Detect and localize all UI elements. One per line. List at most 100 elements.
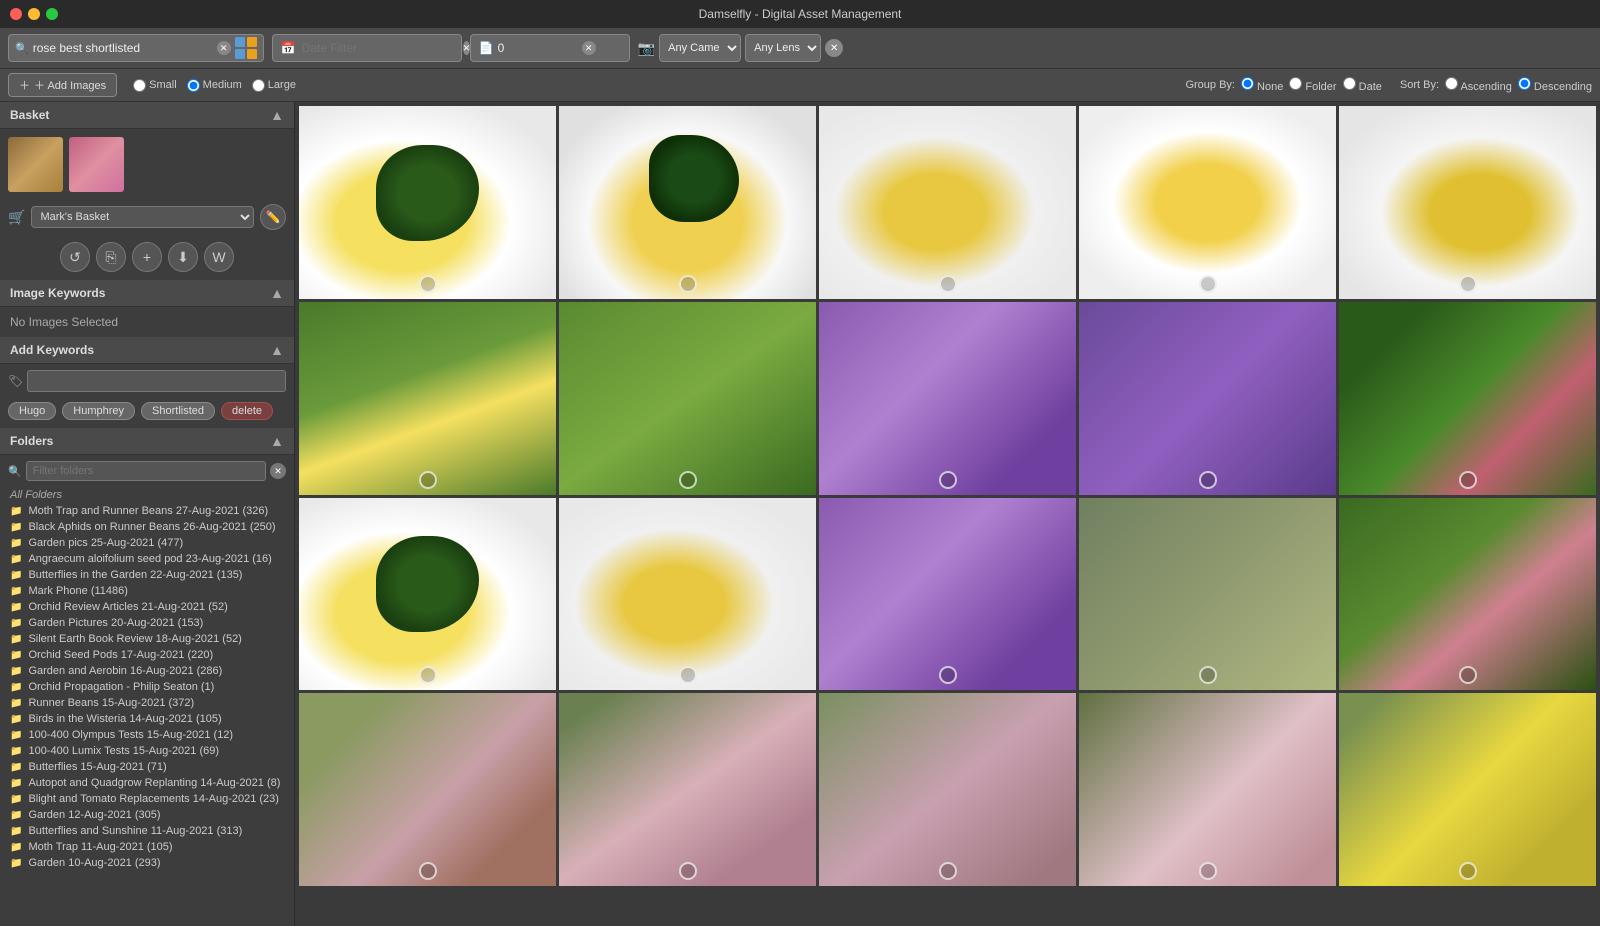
folder-item-3[interactable]: 📁Angraecum aloifolium seed pod 23-Aug-20…: [0, 551, 294, 567]
folder-item-7[interactable]: 📁Garden Pictures 20-Aug-2021 (153): [0, 615, 294, 631]
grid-item-4[interactable]: [1339, 106, 1596, 299]
grid-select-circle-5[interactable]: [419, 471, 437, 489]
grid-item-17[interactable]: [819, 693, 1076, 886]
grid-select-circle-7[interactable]: [939, 471, 957, 489]
folder-item-4[interactable]: 📁Butterflies in the Garden 22-Aug-2021 (…: [0, 567, 294, 583]
keyword-pill-hugo[interactable]: Hugo: [8, 402, 56, 420]
grid-item-10[interactable]: [299, 498, 556, 691]
basket-add-button[interactable]: +: [132, 242, 162, 272]
folders-collapse[interactable]: ▲: [270, 433, 284, 449]
size-medium-label[interactable]: Medium: [187, 79, 242, 92]
grid-select-circle-12[interactable]: [939, 666, 957, 684]
basket-thumb-2[interactable]: [69, 137, 124, 192]
folder-item-6[interactable]: 📁Orchid Review Articles 21-Aug-2021 (52): [0, 599, 294, 615]
sort-desc-label[interactable]: Descending: [1518, 77, 1592, 93]
folder-item-22[interactable]: 📁Garden 10-Aug-2021 (293): [0, 855, 294, 871]
grid-item-9[interactable]: [1339, 302, 1596, 495]
maximize-button[interactable]: [46, 8, 58, 20]
sort-asc-radio[interactable]: [1445, 77, 1458, 90]
folder-item-2[interactable]: 📁Garden pics 25-Aug-2021 (477): [0, 535, 294, 551]
grid-select-circle-1[interactable]: [679, 275, 697, 293]
size-small-label[interactable]: Small: [133, 79, 177, 92]
grid-select-circle-13[interactable]: [1199, 666, 1217, 684]
keyword-input[interactable]: [27, 370, 286, 392]
grid-select-circle-16[interactable]: [679, 862, 697, 880]
minimize-button[interactable]: [28, 8, 40, 20]
basket-select[interactable]: Mark's Basket: [31, 206, 254, 228]
grid-item-0[interactable]: [299, 106, 556, 299]
group-none-label[interactable]: None: [1241, 77, 1283, 93]
folder-item-13[interactable]: 📁Birds in the Wisteria 14-Aug-2021 (105): [0, 711, 294, 727]
basket-thumb-1[interactable]: [8, 137, 63, 192]
size-small-radio[interactable]: [133, 79, 146, 92]
grid-select-circle-14[interactable]: [1459, 666, 1477, 684]
folder-item-all[interactable]: All Folders: [0, 487, 294, 503]
folder-item-5[interactable]: 📁Mark Phone (11486): [0, 583, 294, 599]
grid-select-circle-11[interactable]: [679, 666, 697, 684]
basket-copy-button[interactable]: ⎘: [96, 242, 126, 272]
grid-item-19[interactable]: [1339, 693, 1596, 886]
group-date-label[interactable]: Date: [1343, 77, 1382, 93]
grid-item-6[interactable]: [559, 302, 816, 495]
folder-clear-button[interactable]: ✕: [270, 463, 286, 479]
folder-item-21[interactable]: 📁Moth Trap 11-Aug-2021 (105): [0, 839, 294, 855]
folder-item-9[interactable]: 📁Orchid Seed Pods 17-Aug-2021 (220): [0, 647, 294, 663]
basket-edit-button[interactable]: ✏️: [260, 204, 286, 230]
folder-item-17[interactable]: 📁Autopot and Quadgrow Replanting 14-Aug-…: [0, 775, 294, 791]
number-filter-input[interactable]: [498, 41, 578, 55]
grid-select-circle-6[interactable]: [679, 471, 697, 489]
folder-item-18[interactable]: 📁Blight and Tomato Replacements 14-Aug-2…: [0, 791, 294, 807]
grid-item-5[interactable]: [299, 302, 556, 495]
search-input[interactable]: [33, 41, 213, 55]
image-grid-container[interactable]: [295, 102, 1600, 926]
grid-select-circle-18[interactable]: [1199, 862, 1217, 880]
folder-item-12[interactable]: 📁Runner Beans 15-Aug-2021 (372): [0, 695, 294, 711]
grid-select-circle-3[interactable]: [1199, 275, 1217, 293]
add-images-button[interactable]: ＋ ＋ Add Images: [8, 73, 117, 97]
folder-item-16[interactable]: 📁Butterflies 15-Aug-2021 (71): [0, 759, 294, 775]
folder-item-0[interactable]: 📁Moth Trap and Runner Beans 27-Aug-2021 …: [0, 503, 294, 519]
lens-select[interactable]: Any Lens: [745, 34, 821, 62]
basket-download-button[interactable]: ⬇: [168, 242, 198, 272]
folder-item-8[interactable]: 📁Silent Earth Book Review 18-Aug-2021 (5…: [0, 631, 294, 647]
grid-item-7[interactable]: [819, 302, 1076, 495]
keyword-pill-humphrey[interactable]: Humphrey: [62, 402, 135, 420]
group-date-radio[interactable]: [1343, 77, 1356, 90]
folder-item-11[interactable]: 📁Orchid Propagation - Philip Seaton (1): [0, 679, 294, 695]
size-medium-radio[interactable]: [187, 79, 200, 92]
grid-select-circle-10[interactable]: [419, 666, 437, 684]
grid-select-circle-0[interactable]: [419, 275, 437, 293]
image-keywords-collapse[interactable]: ▲: [270, 285, 284, 301]
grid-item-1[interactable]: [559, 106, 816, 299]
group-folder-label[interactable]: Folder: [1289, 77, 1336, 93]
size-large-label[interactable]: Large: [252, 79, 296, 92]
folder-item-20[interactable]: 📁Butterflies and Sunshine 11-Aug-2021 (3…: [0, 823, 294, 839]
camera-select[interactable]: Any Came: [659, 34, 741, 62]
size-large-radio[interactable]: [252, 79, 265, 92]
grid-item-14[interactable]: [1339, 498, 1596, 691]
folder-search-input[interactable]: [26, 461, 266, 481]
folder-item-19[interactable]: 📁Garden 12-Aug-2021 (305): [0, 807, 294, 823]
basket-reset-button[interactable]: ↺: [60, 242, 90, 272]
grid-select-circle-9[interactable]: [1459, 471, 1477, 489]
keyword-pill-shortlisted[interactable]: Shortlisted: [141, 402, 215, 420]
close-button[interactable]: [10, 8, 22, 20]
grid-item-16[interactable]: [559, 693, 816, 886]
grid-item-3[interactable]: [1079, 106, 1336, 299]
sort-asc-label[interactable]: Ascending: [1445, 77, 1512, 93]
grid-item-13[interactable]: [1079, 498, 1336, 691]
search-clear-button[interactable]: ✕: [217, 41, 231, 55]
group-none-radio[interactable]: [1241, 77, 1254, 90]
folder-item-14[interactable]: 📁100-400 Olympus Tests 15-Aug-2021 (12): [0, 727, 294, 743]
num-clear-button[interactable]: ✕: [582, 41, 596, 55]
basket-collapse-button[interactable]: ▲: [270, 107, 284, 123]
grid-select-circle-8[interactable]: [1199, 471, 1217, 489]
grid-select-circle-17[interactable]: [939, 862, 957, 880]
add-keywords-collapse[interactable]: ▲: [270, 342, 284, 358]
grid-select-circle-19[interactable]: [1459, 862, 1477, 880]
grid-item-12[interactable]: [819, 498, 1076, 691]
cam-clear-button[interactable]: ✕: [825, 39, 843, 57]
grid-item-18[interactable]: [1079, 693, 1336, 886]
folder-item-1[interactable]: 📁Black Aphids on Runner Beans 26-Aug-202…: [0, 519, 294, 535]
sort-desc-radio[interactable]: [1518, 77, 1531, 90]
